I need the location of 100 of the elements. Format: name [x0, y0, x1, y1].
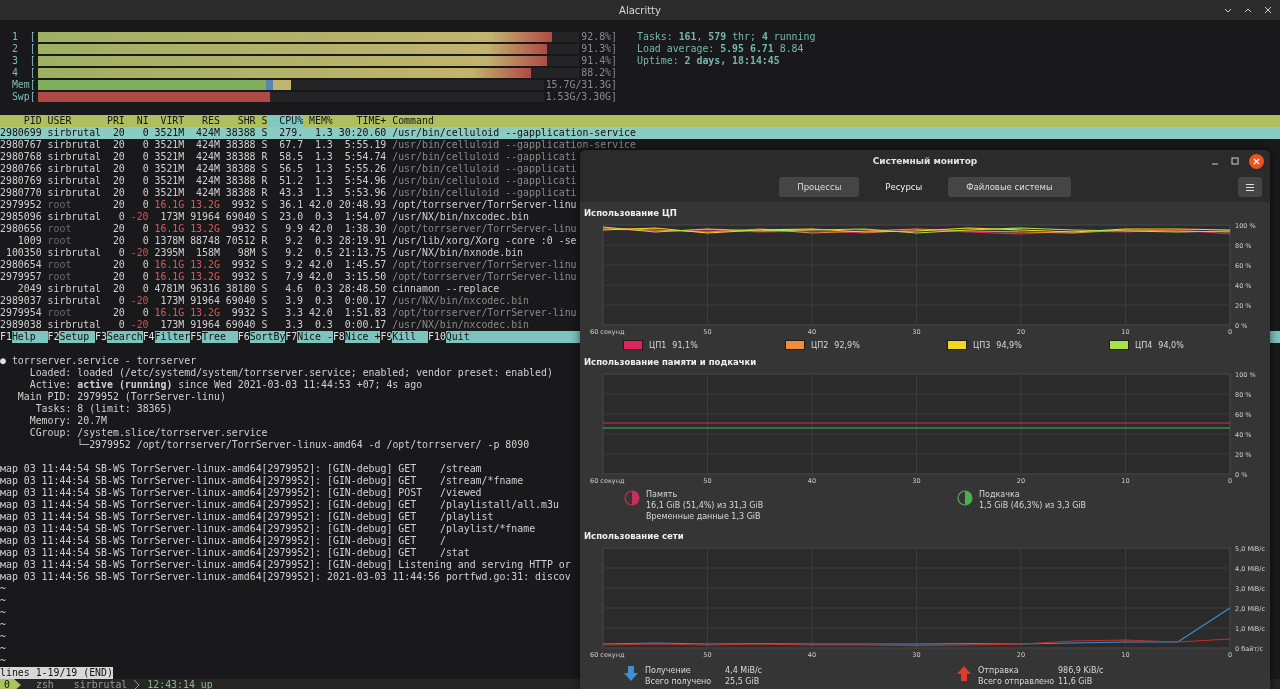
- column-header[interactable]: PID: [0, 115, 42, 127]
- table-cell-text: 58.5: [278, 151, 304, 163]
- table-cell-text: 43.3: [278, 187, 304, 199]
- column-header[interactable]: CPU%: [267, 115, 304, 127]
- process-row[interactable]: 2980767 sirbrutal 20 0 3521M 424M 38388 S 67.7 1.3 5:55.19 /usr/bin/celluloid --gapplication-service: [0, 139, 1280, 151]
- table-cell-text: 3.3: [284, 319, 304, 331]
- table-cell-text: 56.5: [278, 163, 304, 175]
- table-cell-text: 13.2G: [189, 307, 220, 319]
- log-line: мар 03 11:44:54 SB-WS TorrServer-linux-amd64[2979952]: [GIN-debug] GET /playlist/*fname: [0, 523, 536, 535]
- table-cell-text: 1:45.57: [343, 259, 387, 271]
- table-cell-text: 0: [141, 223, 149, 235]
- table-cell-text: 38388: [224, 163, 256, 175]
- table-cell-text: S: [260, 259, 268, 271]
- tab[interactable]: Ресурсы: [867, 177, 941, 197]
- table-cell-text: 3521M: [153, 163, 185, 175]
- table-cell: 2980656: [0, 223, 42, 235]
- chevron-icon: [13, 679, 22, 689]
- pager-status: lines 1-19/19 (END): [0, 667, 113, 679]
- color-swatch[interactable]: [785, 340, 805, 350]
- field-value: active (running) since Wed 2021-03-03 11:44:53 +07; 4s ago: [77, 379, 423, 391]
- field-label: CGroup:: [28, 427, 72, 439]
- column-header[interactable]: PRI: [101, 115, 125, 127]
- log-line: мар 03 11:44:54 SB-WS TorrServer-linux-amd64[2979952]: [GIN-debug] GET /playlistall/all.m3u: [0, 499, 559, 511]
- table-cell-text: 3.9: [284, 295, 304, 307]
- log-line: мар 03 11:44:56 SB-WS TorrServer-linux-amd64[2979952]: 2021-03-03 11:44:56 portfwd.go:31: discov: [0, 571, 571, 583]
- log-line: мар 03 11:44:54 SB-WS TorrServer-linux-amd64[2979952]: [GIN-debug] GET /stat: [0, 547, 470, 559]
- table-cell-text: 3521M: [153, 187, 185, 199]
- window-index[interactable]: 0: [0, 679, 14, 689]
- close-button[interactable]: [1249, 153, 1264, 169]
- meter-label: Swp[: [10, 91, 36, 103]
- menu-button[interactable]: [1238, 177, 1262, 197]
- chevron-icon: [133, 679, 142, 689]
- info-title: Получение: [645, 665, 692, 676]
- empty-line-marker: ~: [0, 655, 6, 667]
- table-cell-text: 91964: [189, 295, 220, 307]
- column-header[interactable]: NI: [124, 115, 149, 127]
- process-row[interactable]: 2980699 sirbrutal 20 0 3521M 424M 38388 S 279. 1.3 30:20.60 /usr/bin/celluloid --gapplication-service: [0, 127, 1280, 139]
- color-swatch[interactable]: [947, 340, 967, 350]
- table-cell-text: 20: [111, 139, 125, 151]
- field-label: Tasks:: [34, 403, 72, 415]
- table-cell-text: 0.3: [313, 295, 333, 307]
- field-value: 2979952 (TorrServer-linu): [77, 391, 226, 403]
- column-header[interactable]: SHR: [219, 115, 256, 127]
- table-cell-text: 0: [117, 247, 125, 259]
- column-header[interactable]: RES: [184, 115, 220, 127]
- table-cell-text: 20: [111, 223, 125, 235]
- section-title: Использование ЦП: [584, 207, 678, 220]
- table-cell-text: 0: [141, 307, 149, 319]
- table-cell-text: 20: [111, 235, 125, 247]
- section-title: Использование памяти и подкачки: [584, 356, 758, 369]
- table-cell-text: 158M: [195, 247, 220, 259]
- column-header[interactable]: VIRT: [148, 115, 185, 127]
- table-cell-text: sirbrutal: [46, 187, 102, 199]
- table-cell-text: S: [260, 199, 268, 211]
- table-cell-text: 13.2G: [189, 199, 220, 211]
- field-value: /system.slice/torrserver.service: [77, 427, 268, 438]
- column-header[interactable]: MEM%: [303, 115, 333, 127]
- table-cell: /usr/bin/celluloid --gapplicati: [392, 151, 577, 163]
- table-cell: /opt/torrserver/TorrServer-linu: [392, 223, 577, 235]
- maximize-button[interactable]: [1229, 155, 1241, 167]
- table-cell-text: 3521M: [153, 175, 185, 187]
- column-header[interactable]: S: [255, 115, 268, 127]
- table-cell-text: 20: [111, 151, 125, 163]
- table-cell-text: 0.3: [313, 211, 333, 223]
- empty-line-marker: ~: [0, 595, 6, 607]
- column-header[interactable]: USER: [41, 115, 102, 127]
- tab[interactable]: Процессы: [779, 177, 860, 197]
- table-cell-text: 38388: [224, 127, 256, 139]
- legend-value: 92,9%: [834, 340, 860, 350]
- table-cell-text: 0: [141, 235, 149, 247]
- table-cell-text: 0: [117, 295, 125, 307]
- table-cell-text: 1.3: [313, 175, 333, 187]
- color-swatch[interactable]: [623, 340, 643, 350]
- table-cell-text: 424M: [195, 163, 220, 175]
- table-cell-text: 4.6: [284, 283, 304, 295]
- field-value: 8 (limit: 38365): [77, 403, 173, 415]
- tab[interactable]: Файловые системы: [948, 177, 1071, 197]
- table-cell-text: -20: [129, 295, 149, 307]
- table-cell: /usr/NX/bin/nxcodec.bin: [392, 319, 529, 331]
- close-icon: [1253, 157, 1260, 165]
- legend-label: ЦП1: [649, 340, 667, 350]
- table-cell-text: 69040: [224, 295, 256, 307]
- table-cell-text: root: [46, 199, 73, 211]
- close-button[interactable]: [1262, 4, 1274, 16]
- column-header[interactable]: TIME+: [332, 115, 387, 127]
- table-cell-text: 1:54.07: [343, 211, 387, 223]
- info-text: 1,5 GiB (46,3%) из 3,3 GiB: [979, 500, 1087, 511]
- table-cell-text: 16.1G: [153, 307, 185, 319]
- table-cell-text: sirbrutal: [46, 319, 102, 331]
- table-cell: 2980768: [0, 151, 42, 163]
- color-swatch[interactable]: [1109, 340, 1129, 350]
- table-cell-text: 0: [141, 139, 149, 151]
- table-cell: 2985096: [0, 211, 42, 223]
- table-cell-text: 5:55.26: [343, 163, 387, 175]
- table-cell-text: 20: [111, 307, 125, 319]
- column-header[interactable]: Command: [392, 115, 434, 127]
- status-bullet: ●: [0, 355, 6, 367]
- table-cell-text: 9932: [230, 259, 256, 271]
- table-cell-text: S: [260, 307, 268, 319]
- table-cell: /usr/bin/celluloid --gapplicati: [392, 175, 577, 187]
